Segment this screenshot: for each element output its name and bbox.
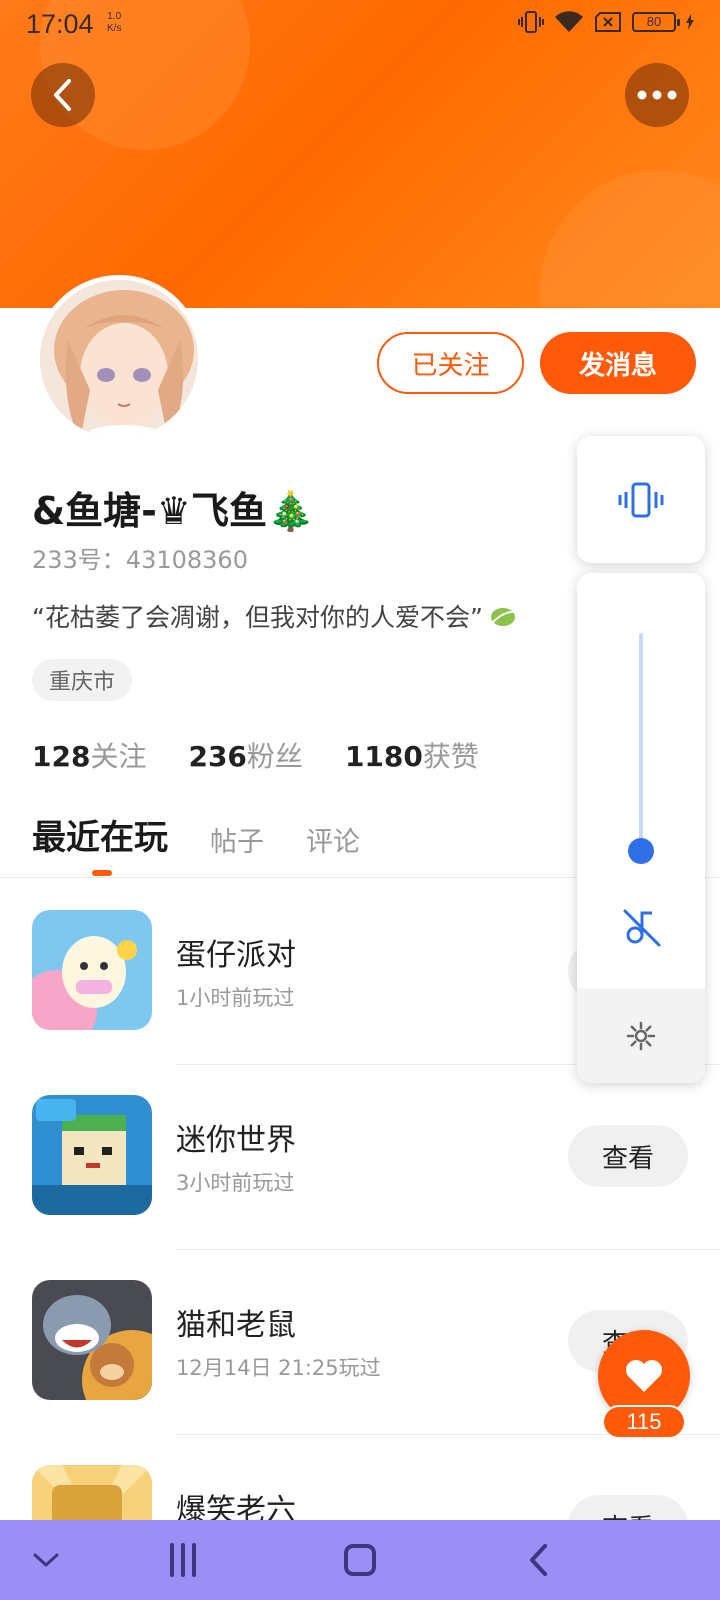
game-name: 迷你世界 bbox=[176, 1123, 296, 1158]
volume-slider-thumb[interactable] bbox=[628, 838, 654, 864]
tab-recently-played[interactable]: 最近在玩 bbox=[32, 810, 168, 859]
vibrate-icon bbox=[618, 482, 664, 517]
nav-back-button[interactable] bbox=[518, 1540, 558, 1580]
no-sim-icon bbox=[595, 12, 621, 32]
heart-icon bbox=[626, 1360, 662, 1392]
sound-settings-button[interactable] bbox=[577, 988, 705, 1083]
game-icon-mini-world bbox=[32, 1095, 152, 1215]
profile-tabs: 最近在玩 帖子 评论 bbox=[32, 810, 402, 859]
recents-icon bbox=[170, 1543, 196, 1577]
user-id: 233号：43108360 bbox=[32, 546, 248, 574]
battery-indicator: 80 bbox=[632, 12, 680, 32]
send-message-button[interactable]: 发消息 bbox=[540, 332, 696, 394]
view-game-button[interactable]: 查看 bbox=[568, 1125, 688, 1187]
chevron-left-icon bbox=[530, 1544, 547, 1576]
nav-recents-button[interactable] bbox=[163, 1540, 203, 1580]
game-icon-eggy-party bbox=[32, 910, 152, 1030]
game-name: 蛋仔派对 bbox=[176, 938, 296, 973]
game-name: 猫和老鼠 bbox=[176, 1308, 296, 1343]
profile-stats: 128关注 236粉丝 1180获赞 bbox=[32, 735, 479, 775]
stat-likes[interactable]: 1180获赞 bbox=[345, 735, 479, 775]
stat-following[interactable]: 128关注 bbox=[32, 735, 146, 775]
leaf-emoji-icon bbox=[490, 608, 515, 626]
following-button[interactable]: 已关注 bbox=[377, 332, 524, 394]
vibrate-icon bbox=[518, 11, 544, 33]
wifi-icon bbox=[555, 11, 583, 33]
home-square-icon bbox=[344, 1544, 376, 1576]
status-bar: 17:04 1.0 K/s 80 bbox=[0, 0, 720, 50]
game-icon-tom-and-jerry bbox=[32, 1280, 152, 1400]
status-time: 17:04 bbox=[26, 9, 94, 39]
more-button[interactable] bbox=[625, 63, 689, 127]
status-icons: 80 bbox=[518, 10, 694, 34]
nav-home-button[interactable] bbox=[340, 1540, 380, 1580]
stat-fans[interactable]: 236粉丝 bbox=[188, 735, 302, 775]
nav-hide-keyboard-button[interactable] bbox=[26, 1540, 66, 1580]
game-last-played: 3小时前玩过 bbox=[176, 1171, 295, 1195]
chevron-down-icon bbox=[33, 1553, 59, 1567]
back-button[interactable] bbox=[31, 63, 95, 127]
game-last-played: 12月14日 21:25玩过 bbox=[176, 1356, 381, 1380]
list-divider bbox=[176, 1249, 720, 1250]
gear-icon bbox=[626, 1021, 656, 1050]
vibrate-mode-button[interactable] bbox=[577, 436, 705, 563]
list-item[interactable]: 迷你世界 3小时前玩过 查看 bbox=[0, 1095, 720, 1280]
game-last-played: 1小时前玩过 bbox=[176, 986, 295, 1010]
volume-slider-track[interactable] bbox=[639, 633, 643, 851]
username: &鱼塘-♛飞鱼🎄 bbox=[32, 489, 315, 533]
volume-panel bbox=[577, 573, 705, 1083]
system-navigation-bar bbox=[0, 1520, 720, 1600]
tab-active-indicator bbox=[92, 870, 112, 876]
tab-posts[interactable]: 帖子 bbox=[210, 820, 264, 859]
music-off-icon bbox=[623, 909, 661, 947]
user-avatar[interactable] bbox=[35, 275, 203, 443]
like-count-badge: 115 bbox=[602, 1405, 686, 1439]
more-dots-icon bbox=[637, 90, 677, 100]
bio-text: “花枯萎了会凋谢，但我对你的人爱不会” bbox=[32, 603, 483, 632]
user-bio: “花枯萎了会凋谢，但我对你的人爱不会” bbox=[32, 598, 517, 634]
location-tag[interactable]: 重庆市 bbox=[32, 659, 133, 701]
chevron-left-icon bbox=[54, 79, 71, 111]
charging-icon bbox=[686, 14, 694, 30]
tab-comments[interactable]: 评论 bbox=[306, 820, 360, 859]
network-speed: 1.0 K/s bbox=[107, 11, 122, 34]
media-mute-button[interactable] bbox=[617, 903, 665, 951]
avatar-illustration bbox=[40, 280, 198, 438]
